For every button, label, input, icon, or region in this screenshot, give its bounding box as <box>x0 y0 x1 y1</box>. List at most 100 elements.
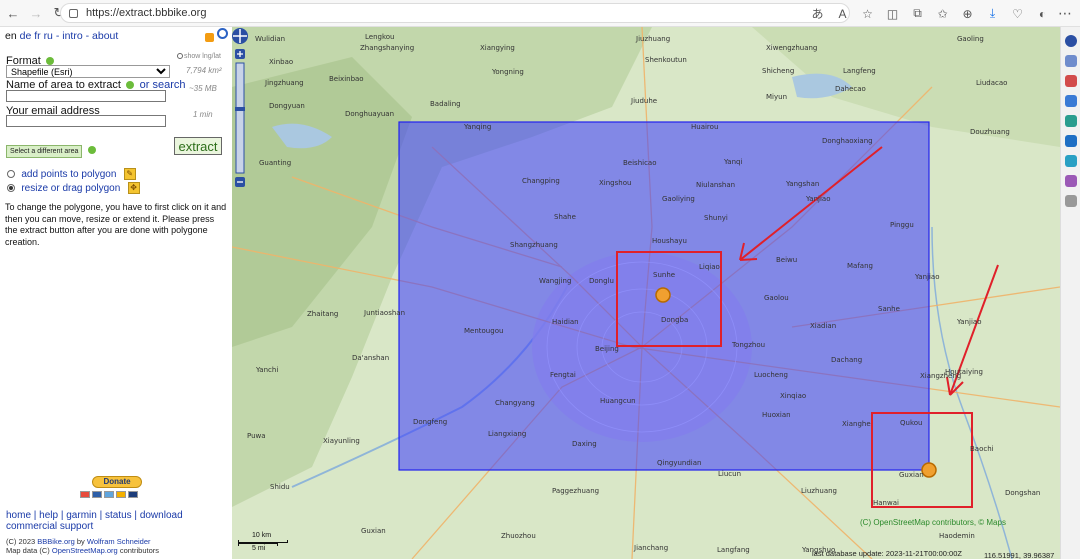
show-lnglat-radio[interactable] <box>177 53 183 60</box>
map-place-label: Yanjiao <box>957 318 982 326</box>
footer-link-status[interactable]: status <box>105 510 132 521</box>
lock-icon <box>69 8 78 18</box>
gear-icon[interactable] <box>217 28 228 39</box>
copilot-icon[interactable] <box>1064 35 1077 47</box>
map-place-label: Jingzhuang <box>265 79 304 87</box>
extensions-icon[interactable]: ⧉ <box>905 5 930 22</box>
url-text[interactable]: https://extract.bbbike.org <box>86 7 206 19</box>
map-place-label: Mentougou <box>464 327 504 335</box>
extract-button[interactable]: extract <box>174 137 222 155</box>
outlook-icon[interactable] <box>1064 135 1077 147</box>
translate-icon[interactable]: あ <box>805 5 830 22</box>
donate-button[interactable]: Donate <box>92 476 142 488</box>
footer-link-help[interactable]: help <box>39 510 58 521</box>
map-place-label: Zhangshanying <box>360 44 415 52</box>
map-place-label: Miyun <box>766 93 787 101</box>
map-place-label: Jiuzhuang <box>636 35 671 43</box>
map-place-label: Huairou <box>691 123 719 131</box>
map-place-label: Wangjing <box>539 277 572 285</box>
map-place-label: Daxing <box>572 440 597 448</box>
map-place-label: Tongzhou <box>732 341 766 349</box>
games-icon[interactable] <box>1064 115 1077 127</box>
drop-icon[interactable] <box>1064 155 1077 167</box>
zoom-control[interactable] <box>232 27 248 197</box>
lang-ru[interactable]: ru <box>44 30 53 42</box>
map-place-label: Dongyuan <box>269 102 305 110</box>
help-icon[interactable] <box>87 145 96 154</box>
map-place-label: Dongba <box>661 316 689 324</box>
forward-button[interactable]: → <box>26 3 46 23</box>
split-screen-icon[interactable]: ◫ <box>880 5 905 22</box>
map-place-label: Guanting <box>259 159 292 167</box>
map-place-label: Yangshan <box>786 180 820 188</box>
footer-link-home[interactable]: home <box>6 510 31 521</box>
map-place-label: Yanqing <box>464 123 492 131</box>
footer-link-download[interactable]: download <box>140 510 183 521</box>
tools-icon[interactable] <box>1064 75 1077 87</box>
downloads-icon[interactable]: ⤓ <box>980 5 1005 22</box>
map-canvas[interactable]: Wulidian Lengkou Zhangshanying Xiangying Jiu… <box>232 27 1060 559</box>
resize-handle[interactable] <box>921 462 937 478</box>
add-points-label[interactable]: add points to polygon <box>21 169 116 180</box>
map-place-label: Douzhuang <box>970 128 1010 136</box>
designer-icon[interactable] <box>1064 175 1077 187</box>
search-icon[interactable] <box>1064 55 1077 67</box>
shopping-icon[interactable] <box>1064 95 1077 107</box>
card-icon <box>104 491 114 498</box>
copyright: (C) 2023 BBBike.org by Wolfram Schneider… <box>6 537 160 555</box>
email-input[interactable] <box>6 115 166 127</box>
map-place-label: Liudacao <box>976 79 1008 87</box>
resize-drag-radio[interactable] <box>7 183 15 192</box>
center-marker[interactable] <box>655 287 671 303</box>
map-place-label: Gaolou <box>764 294 789 302</box>
map-place-label: Juntiaoshan <box>364 309 406 317</box>
intro-link[interactable]: intro <box>62 30 82 42</box>
area-name-input[interactable] <box>6 90 166 102</box>
pencil-icon: ✎ <box>123 167 136 180</box>
collections-icon[interactable]: ⊕ <box>955 5 980 22</box>
area-size: 7,794 km² <box>186 66 222 75</box>
lang-de[interactable]: de <box>20 30 32 42</box>
rss-icon[interactable] <box>205 33 214 42</box>
map-place-label: Changping <box>522 177 560 185</box>
map-place-label: Beiwu <box>776 256 798 264</box>
map-place-label: Zhuozhou <box>501 532 536 540</box>
copilot-icon[interactable]: ◐ <box>1030 5 1055 22</box>
add-points-radio[interactable] <box>7 169 15 178</box>
map-place-label: Qukou <box>900 419 923 427</box>
show-lnglat-label: show lng/lat <box>184 53 221 60</box>
map-place-label: Yanqi <box>724 158 743 166</box>
lang-fr[interactable]: fr <box>34 30 40 42</box>
map-place-label: Fengtai <box>550 371 576 379</box>
commercial-support-link[interactable]: commercial support <box>6 521 93 532</box>
map-place-label: Wulidian <box>255 35 286 43</box>
favorites-icon[interactable]: ✩ <box>930 5 955 22</box>
performance-icon[interactable]: ♡ <box>1005 5 1030 22</box>
map-place-label: Huoxian <box>762 411 791 419</box>
map-place-label: Beijing <box>595 345 619 353</box>
map-place-label: Houtaiying <box>945 368 983 376</box>
osm-link[interactable]: OpenStreetMap.org <box>52 546 118 555</box>
resize-drag-label[interactable]: resize or drag polygon <box>21 183 120 194</box>
arrow-left-icon: ← <box>6 5 20 21</box>
settings-menu-icon[interactable]: ⋯ <box>1058 5 1072 22</box>
footer-link-garmin[interactable]: garmin <box>66 510 97 521</box>
move-icon: ✥ <box>127 181 140 194</box>
time-estimate: 1 min <box>193 110 213 119</box>
map-place-label: Donghaoxiang <box>822 137 873 145</box>
browser-toolbar: ← → ↻ https://extract.bbbike.org あ A ☆ ◫… <box>0 0 1080 27</box>
back-button[interactable]: ← <box>3 3 23 23</box>
about-link[interactable]: about <box>92 30 118 42</box>
file-size: ~35 MB <box>189 84 217 93</box>
map-place-label: Dongfeng <box>413 418 448 426</box>
card-icon <box>80 491 90 498</box>
map-place-label: Dachang <box>831 356 863 364</box>
map-place-label: Donglu <box>589 277 614 285</box>
favorite-star-icon[interactable]: ☆ <box>855 5 880 22</box>
read-aloud-icon[interactable]: A <box>830 5 855 22</box>
select-area-button[interactable]: Select a different area <box>6 145 83 158</box>
add-icon[interactable] <box>1064 195 1077 207</box>
lang-en[interactable]: en <box>5 30 17 42</box>
help-icon[interactable] <box>126 80 135 89</box>
map-attribution[interactable]: (C) OpenStreetMap contributors, © Maps <box>860 518 1006 527</box>
